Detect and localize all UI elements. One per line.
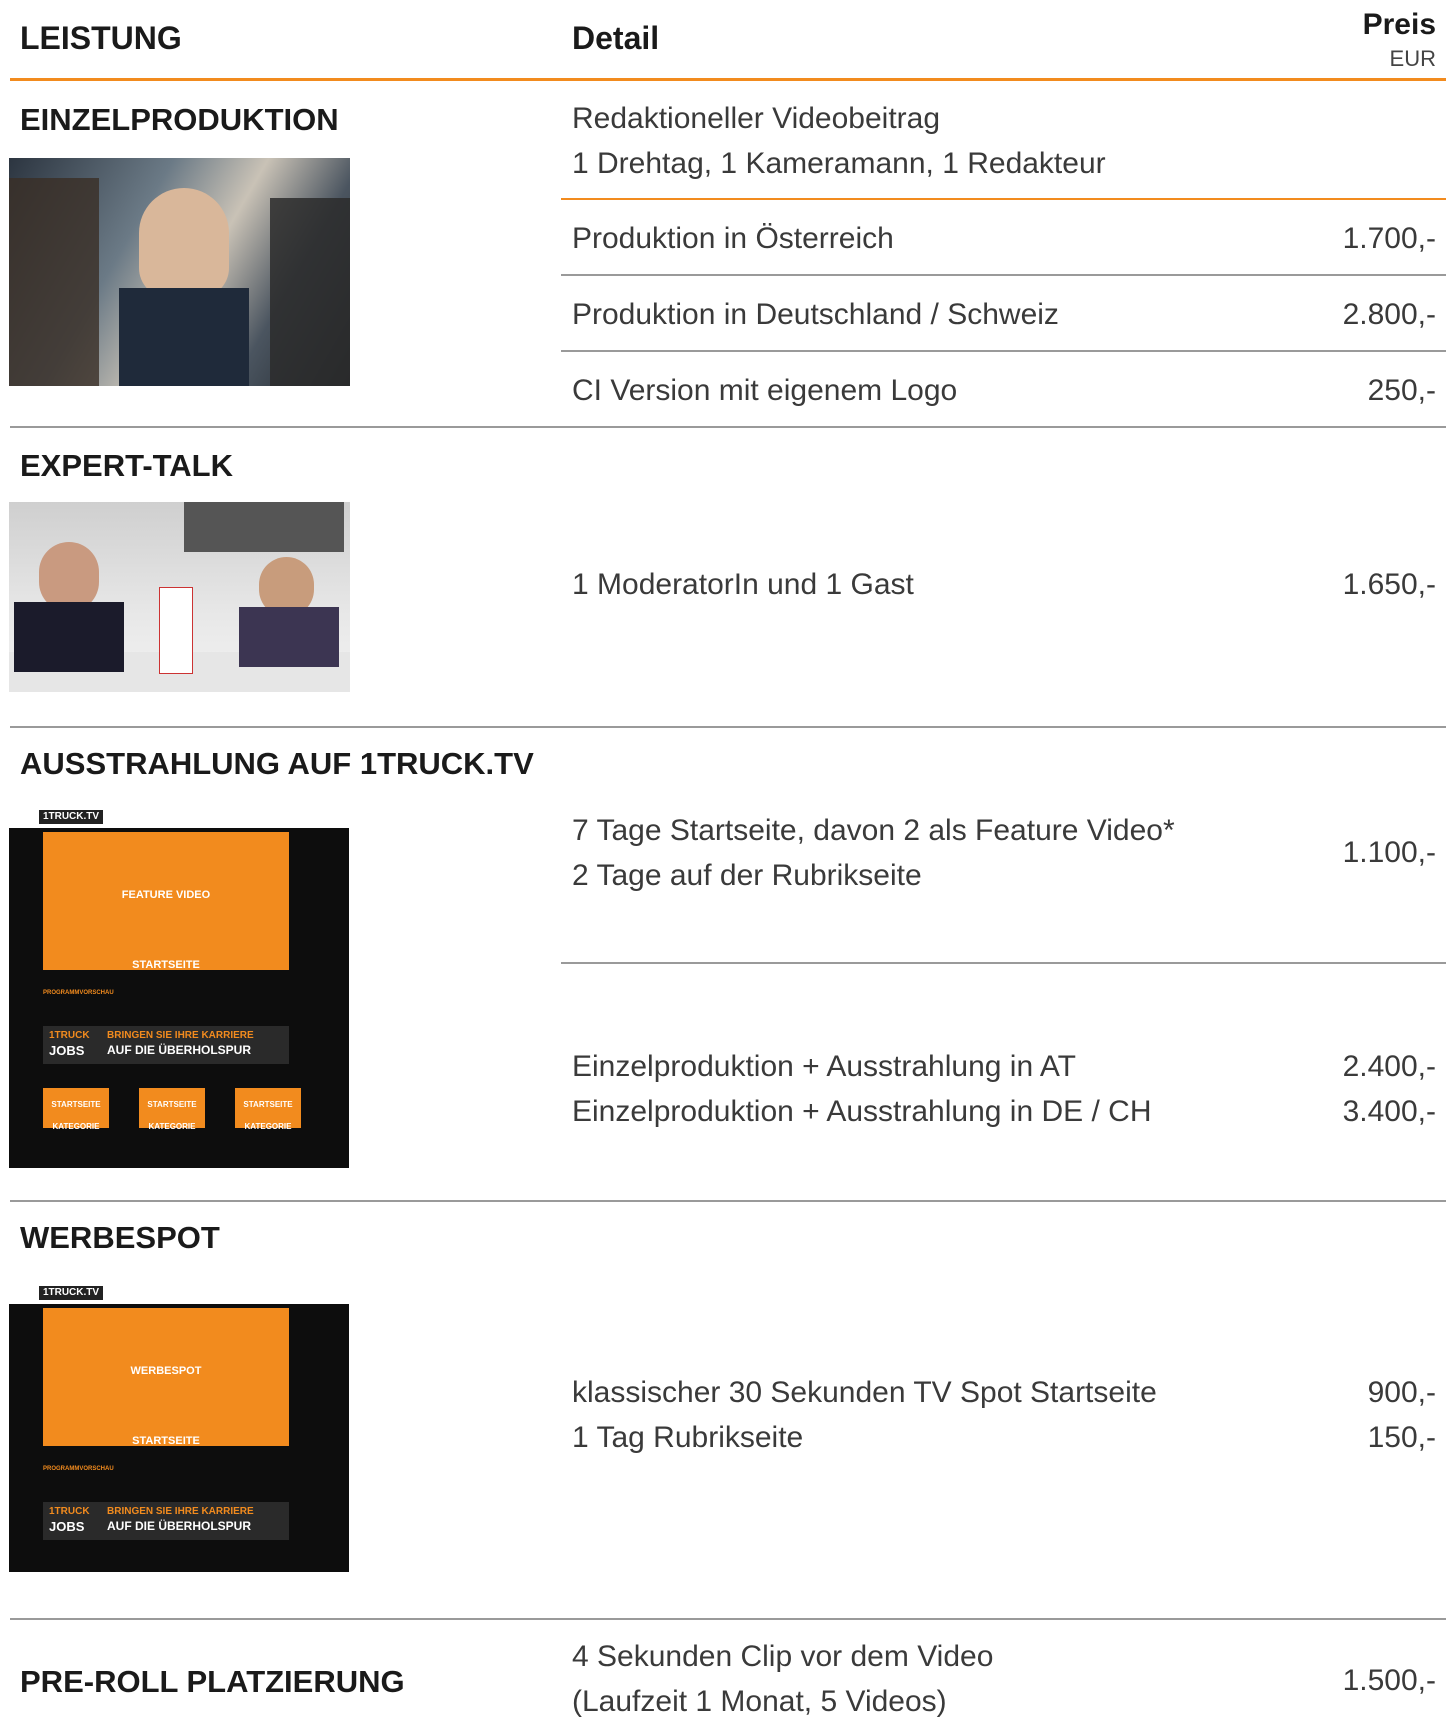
einzel-row-price: 1.700,- [1342, 222, 1436, 255]
mockup-hero-line: WERBESPOT [130, 1365, 202, 1377]
mockup-logo: 1TRUCK.TV [39, 1286, 103, 1300]
section-title-expert-talk: EXPERT-TALK [20, 448, 233, 483]
werbespot-price: 150,- [1367, 1421, 1436, 1454]
einzel-row-label: Produktion in Österreich [572, 222, 894, 255]
einzel-row-price: 2.800,- [1342, 298, 1436, 331]
section-divider [10, 1200, 1446, 1202]
mockup-hero-line: STARTSEITE [132, 1435, 200, 1447]
einzel-intro-line-2: 1 Drehtag, 1 Kameramann, 1 Redakteur [572, 147, 1106, 180]
mockup-tile-line: KATEGORIE [148, 1122, 196, 1131]
mockup-jobs-text: JOBS [49, 1043, 85, 1058]
ausstrahlung-line-1: 7 Tage Startseite, davon 2 als Feature V… [572, 814, 1175, 847]
preroll-line-2: (Laufzeit 1 Monat, 5 Videos) [572, 1685, 947, 1718]
ausstrahlung-price: 1.100,- [1342, 836, 1436, 869]
preroll-line-1: 4 Sekunden Clip vor dem Video [572, 1640, 994, 1673]
mockup-tile: STARTSEITE KATEGORIE [43, 1088, 109, 1131]
mockup-tile: STARTSEITE KATEGORIE [139, 1088, 205, 1131]
mockup-preview-label: PROGRAMMVORSCHAU [43, 990, 114, 996]
mockup-preview-label: PROGRAMMVORSCHAU [43, 1466, 114, 1472]
mockup-hero-line: STARTSEITE [132, 959, 200, 971]
mockup-tile-line: STARTSEITE [147, 1100, 197, 1109]
mockup-hero: WERBESPOT STARTSEITE [43, 1308, 289, 1447]
site-mockup-feature: 1TRUCK.TV FEATURE VIDEO STARTSEITE PROGR… [9, 806, 349, 1168]
section-divider [10, 726, 1446, 728]
ausstrahlung-line-2: 2 Tage auf der Rubrikseite [572, 859, 922, 892]
interview-photo [9, 158, 350, 386]
mockup-jobs-text: AUF DIE ÜBERHOLSPUR [107, 1519, 252, 1533]
currency-label: EUR [1389, 46, 1436, 71]
preroll-price: 1.500,- [1342, 1664, 1436, 1697]
header-divider [10, 78, 1446, 81]
section-title-einzelproduktion: EINZELPRODUKTION [20, 102, 339, 137]
werbespot-price: 900,- [1367, 1376, 1436, 1409]
einzel-intro-line-1: Redaktioneller Videobeitrag [572, 102, 941, 135]
mockup-jobs-text: 1TRUCK [49, 1030, 90, 1041]
row-divider [561, 350, 1446, 352]
column-header-leistung: LEISTUNG [20, 20, 182, 56]
section-title-ausstrahlung: AUSSTRAHLUNG AUF 1TRUCK.TV [20, 746, 534, 781]
column-header-preis: Preis [1362, 8, 1436, 41]
mockup-logo: 1TRUCK.TV [39, 810, 103, 824]
mockup-jobs-text: BRINGEN SIE IHRE KARRIERE [107, 1030, 254, 1041]
combo-label: Einzelproduktion + Ausstrahlung in DE / … [572, 1095, 1152, 1128]
section-divider [10, 426, 1446, 428]
column-header-detail: Detail [572, 20, 660, 56]
combo-label: Einzelproduktion + Ausstrahlung in AT [572, 1050, 1076, 1083]
mockup-tile-line: KATEGORIE [244, 1122, 292, 1131]
expert-talk-photo [9, 502, 350, 692]
einzel-divider [561, 198, 1446, 200]
row-divider [561, 274, 1446, 276]
mockup-tile-line: STARTSEITE [51, 1100, 101, 1109]
mockup-jobs-text: JOBS [49, 1519, 85, 1534]
mockup-jobs-banner: 1TRUCK JOBS BRINGEN SIE IHRE KARRIERE AU… [43, 1502, 289, 1540]
einzel-row-label: CI Version mit eigenem Logo [572, 374, 958, 407]
mockup-jobs-text: 1TRUCK [49, 1506, 90, 1517]
mockup-tile-line: KATEGORIE [52, 1122, 100, 1131]
mockup-tile-line: STARTSEITE [243, 1100, 293, 1109]
section-divider [10, 1618, 1446, 1620]
mockup-tile: STARTSEITE KATEGORIE [235, 1088, 301, 1131]
section-title-werbespot: WERBESPOT [20, 1220, 220, 1255]
combo-price: 2.400,- [1342, 1050, 1436, 1083]
expert-label: 1 ModeratorIn und 1 Gast [572, 568, 914, 601]
mockup-hero-line: FEATURE VIDEO [121, 889, 211, 901]
mockup-jobs-banner: 1TRUCK JOBS BRINGEN SIE IHRE KARRIERE AU… [43, 1026, 289, 1064]
werbespot-label: klassischer 30 Sekunden TV Spot Startsei… [572, 1376, 1157, 1409]
row-divider [561, 962, 1446, 964]
combo-price: 3.400,- [1342, 1095, 1436, 1128]
expert-price: 1.650,- [1342, 568, 1436, 601]
einzel-row-label: Produktion in Deutschland / Schweiz [572, 298, 1059, 331]
mockup-hero: FEATURE VIDEO STARTSEITE [43, 832, 289, 971]
section-title-pre-roll: PRE-ROLL PLATZIERUNG [20, 1664, 405, 1699]
mockup-jobs-text: BRINGEN SIE IHRE KARRIERE [107, 1506, 254, 1517]
werbespot-label: 1 Tag Rubrikseite [572, 1421, 804, 1454]
einzel-row-price: 250,- [1367, 374, 1436, 407]
site-mockup-werbespot: 1TRUCK.TV WERBESPOT STARTSEITE PROGRAMMV… [9, 1282, 349, 1572]
mockup-jobs-text: AUF DIE ÜBERHOLSPUR [107, 1043, 252, 1057]
